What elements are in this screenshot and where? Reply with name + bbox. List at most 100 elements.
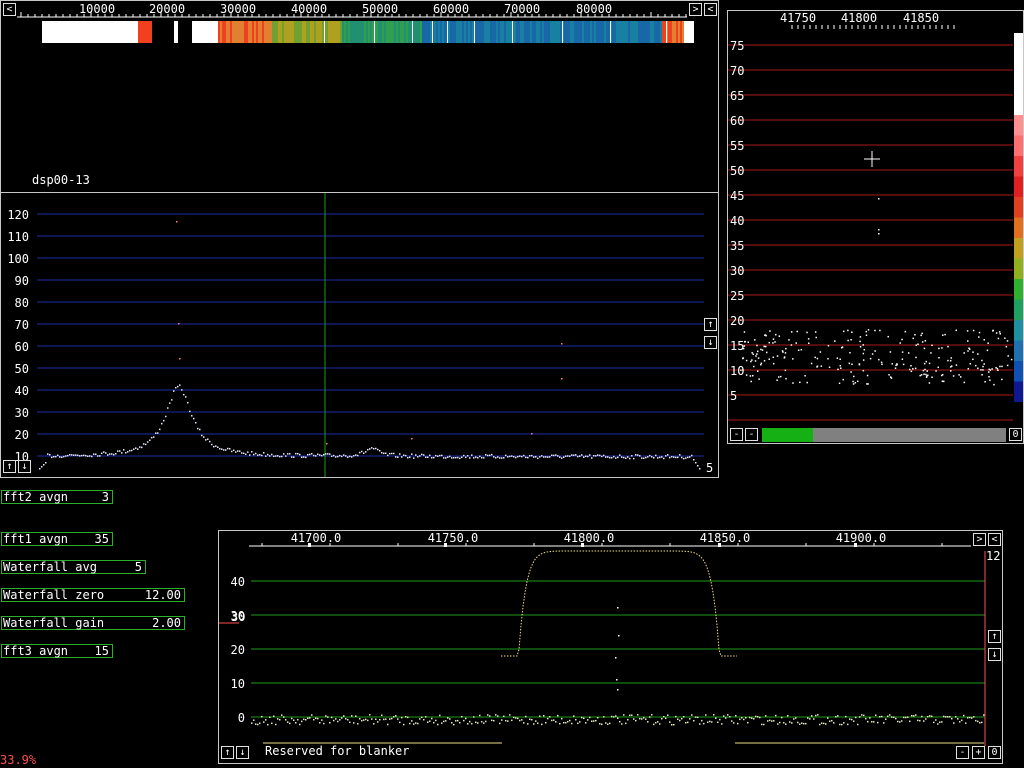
baseband-left-marker: 30 xyxy=(231,610,246,624)
baseband-back-button[interactable]: < xyxy=(988,533,1001,546)
side-freq-tick-label: 41750 xyxy=(780,11,816,25)
main-spectrum-y-tick-label: 110 xyxy=(7,230,29,244)
crosshair-cursor-icon xyxy=(864,151,880,167)
side-slider-fill xyxy=(762,428,814,442)
baseband-y-tick-label: 10 xyxy=(231,677,245,691)
control-field-value: 15 xyxy=(94,644,109,658)
waterfall-freq-tick-label: 40000 xyxy=(291,2,327,16)
side-y-tick-label: 30 xyxy=(730,264,744,278)
side-y-tick-label: 10 xyxy=(730,364,744,378)
main-spectrum-y-tick-label: 80 xyxy=(15,296,29,310)
control-field-label: Waterfall zero xyxy=(3,588,105,602)
side-slider-track[interactable] xyxy=(762,428,1006,442)
baseband-scroll-right-button[interactable]: > xyxy=(973,533,986,546)
main-spectrum-zoom-down-button[interactable]: ↓ xyxy=(18,460,31,473)
cpu-load-readout: 33.9% xyxy=(0,753,37,767)
main-spectrum-y-tick-label: 50 xyxy=(15,362,29,376)
side-y-tick-label: 40 xyxy=(730,214,744,228)
side-y-tick-label: 45 xyxy=(730,189,744,203)
side-freq-tick-label: 41800 xyxy=(841,11,877,25)
side-y-tick-label: 55 xyxy=(730,139,744,153)
waterfall-window: < > < 10000 20000 30000 40000 50000 60000 7000… xyxy=(0,0,719,193)
baseband-freq-tick-label: 41700.0 xyxy=(291,531,342,545)
main-spectrum-corner-value: 5 xyxy=(706,461,714,475)
side-y-tick-label: 50 xyxy=(730,164,744,178)
control-field-5[interactable]: fft3 avgn 15 xyxy=(1,644,113,658)
main-spectrum-window: 120 110 100 90 80 70 60 50 40 30 20 10 ↑ ↓ ↑ ↓ 5 xyxy=(0,192,719,478)
side-y-tick-label: 20 xyxy=(730,314,744,328)
main-spectrum-y-tick-label: 120 xyxy=(7,208,29,222)
baseband-y-tick-label: 0 xyxy=(238,711,245,725)
main-spectrum-y-tick-label: 100 xyxy=(7,252,29,266)
baseband-freq-tick-label: 41850.0 xyxy=(700,531,751,545)
side-freq-tick-label: 41850 xyxy=(903,11,939,25)
baseband-zero-button[interactable]: 0 xyxy=(988,746,1001,759)
side-minus-button-2[interactable]: - xyxy=(745,428,758,441)
waterfall-freq-tick-label: 50000 xyxy=(362,2,398,16)
side-y-tick-label: 75 xyxy=(730,39,744,53)
main-spectrum-up-button[interactable]: ↑ xyxy=(704,318,717,331)
control-field-3[interactable]: Waterfall zero 12.00 xyxy=(1,588,185,602)
side-spectrum-window: 41750 41800 41850 75 70 65 60 55 50 45 40 35 30 25 20… xyxy=(727,10,1024,444)
control-field-value: 2.00 xyxy=(152,616,181,630)
baseband-freq-tick-label: 41800.0 xyxy=(564,531,615,545)
control-field-2[interactable]: Waterfall avg 5 xyxy=(1,560,146,574)
side-y-tick-label: 65 xyxy=(730,89,744,103)
waterfall-image xyxy=(42,21,694,43)
waterfall-back-button[interactable]: < xyxy=(704,3,717,16)
waterfall-scroll-left-button[interactable]: < xyxy=(3,3,16,16)
side-y-tick-label: 5 xyxy=(730,389,737,403)
main-spectrum-y-tick-label: 90 xyxy=(15,274,29,288)
baseband-plus-button[interactable]: + xyxy=(972,746,985,759)
main-spectrum-y-tick-label: 60 xyxy=(15,340,29,354)
waterfall-device-label: dsp00-13 xyxy=(32,173,90,187)
color-scale-bar xyxy=(1014,33,1023,402)
waterfall-freq-tick-label: 10000 xyxy=(79,2,115,16)
control-field-value: 35 xyxy=(94,532,109,546)
side-y-tick-label: 35 xyxy=(730,239,744,253)
baseband-up-button[interactable]: ↑ xyxy=(988,630,1001,643)
control-field-1[interactable]: fft1 avgn 35 xyxy=(1,532,113,546)
baseband-window: 41700.0 41750.0 41800.0 41850.0 41900.0 40 30… xyxy=(218,530,1003,764)
control-field-value: 12.00 xyxy=(144,588,181,602)
main-spectrum-zoom-up-button[interactable]: ↑ xyxy=(3,460,16,473)
side-y-tick-label: 25 xyxy=(730,289,744,303)
control-field-4[interactable]: Waterfall gain 2.00 xyxy=(1,616,185,630)
side-spectrum-plot: 41750 41800 41850 75 70 65 60 55 50 45 40 35 30 25 20… xyxy=(728,11,1023,421)
control-field-value: 3 xyxy=(101,490,109,504)
control-field-label: fft1 avgn xyxy=(3,532,69,546)
side-y-tick-label: 70 xyxy=(730,64,744,78)
baseband-plot: 41700.0 41750.0 41800.0 41850.0 41900.0 40 30… xyxy=(219,531,986,746)
main-spectrum-y-tick-label: 70 xyxy=(15,318,29,332)
control-field-value: 5 xyxy=(134,560,142,574)
waterfall-freq-tick-label: 60000 xyxy=(433,2,469,16)
baseband-zoom-down-button[interactable]: ↓ xyxy=(236,746,249,759)
control-field-0[interactable]: fft2 avgn 3 xyxy=(1,490,113,504)
baseband-freq-tick-label: 41900.0 xyxy=(836,531,887,545)
waterfall-freq-scale: 10000 20000 30000 40000 50000 60000 70000 80000 xyxy=(17,2,687,18)
main-spectrum-plot: 120110100908070605040302010 xyxy=(7,193,704,477)
waterfall-freq-tick-label: 70000 xyxy=(504,2,540,16)
baseband-minus-button[interactable]: - xyxy=(956,746,969,759)
main-spectrum-y-tick-label: 40 xyxy=(15,384,29,398)
baseband-freq-tick-label: 41750.0 xyxy=(428,531,479,545)
side-minus-button-1[interactable]: - xyxy=(730,428,743,441)
waterfall-freq-tick-label: 30000 xyxy=(220,2,256,16)
waterfall-freq-tick-label: 20000 xyxy=(149,2,185,16)
side-zero-button[interactable]: 0 xyxy=(1009,428,1022,441)
side-y-tick-label: 60 xyxy=(730,114,744,128)
control-field-label: fft3 avgn xyxy=(3,644,69,658)
baseband-right-value: 12 xyxy=(986,549,1001,563)
main-spectrum-down-button[interactable]: ↓ xyxy=(704,336,717,349)
baseband-down-button[interactable]: ↓ xyxy=(988,648,1001,661)
baseband-zoom-up-button[interactable]: ↑ xyxy=(221,746,234,759)
main-spectrum-y-tick-label: 30 xyxy=(15,406,29,420)
waterfall-freq-tick-label: 80000 xyxy=(576,2,612,16)
blanker-reserved-label: Reserved for blanker xyxy=(265,744,410,758)
baseband-y-tick-label: 20 xyxy=(231,643,245,657)
control-field-label: Waterfall gain xyxy=(3,616,105,630)
main-spectrum-y-tick-label: 20 xyxy=(15,428,29,442)
waterfall-scroll-right-button[interactable]: > xyxy=(689,3,702,16)
baseband-y-tick-label: 40 xyxy=(231,575,245,589)
control-field-label: fft2 avgn xyxy=(3,490,69,504)
